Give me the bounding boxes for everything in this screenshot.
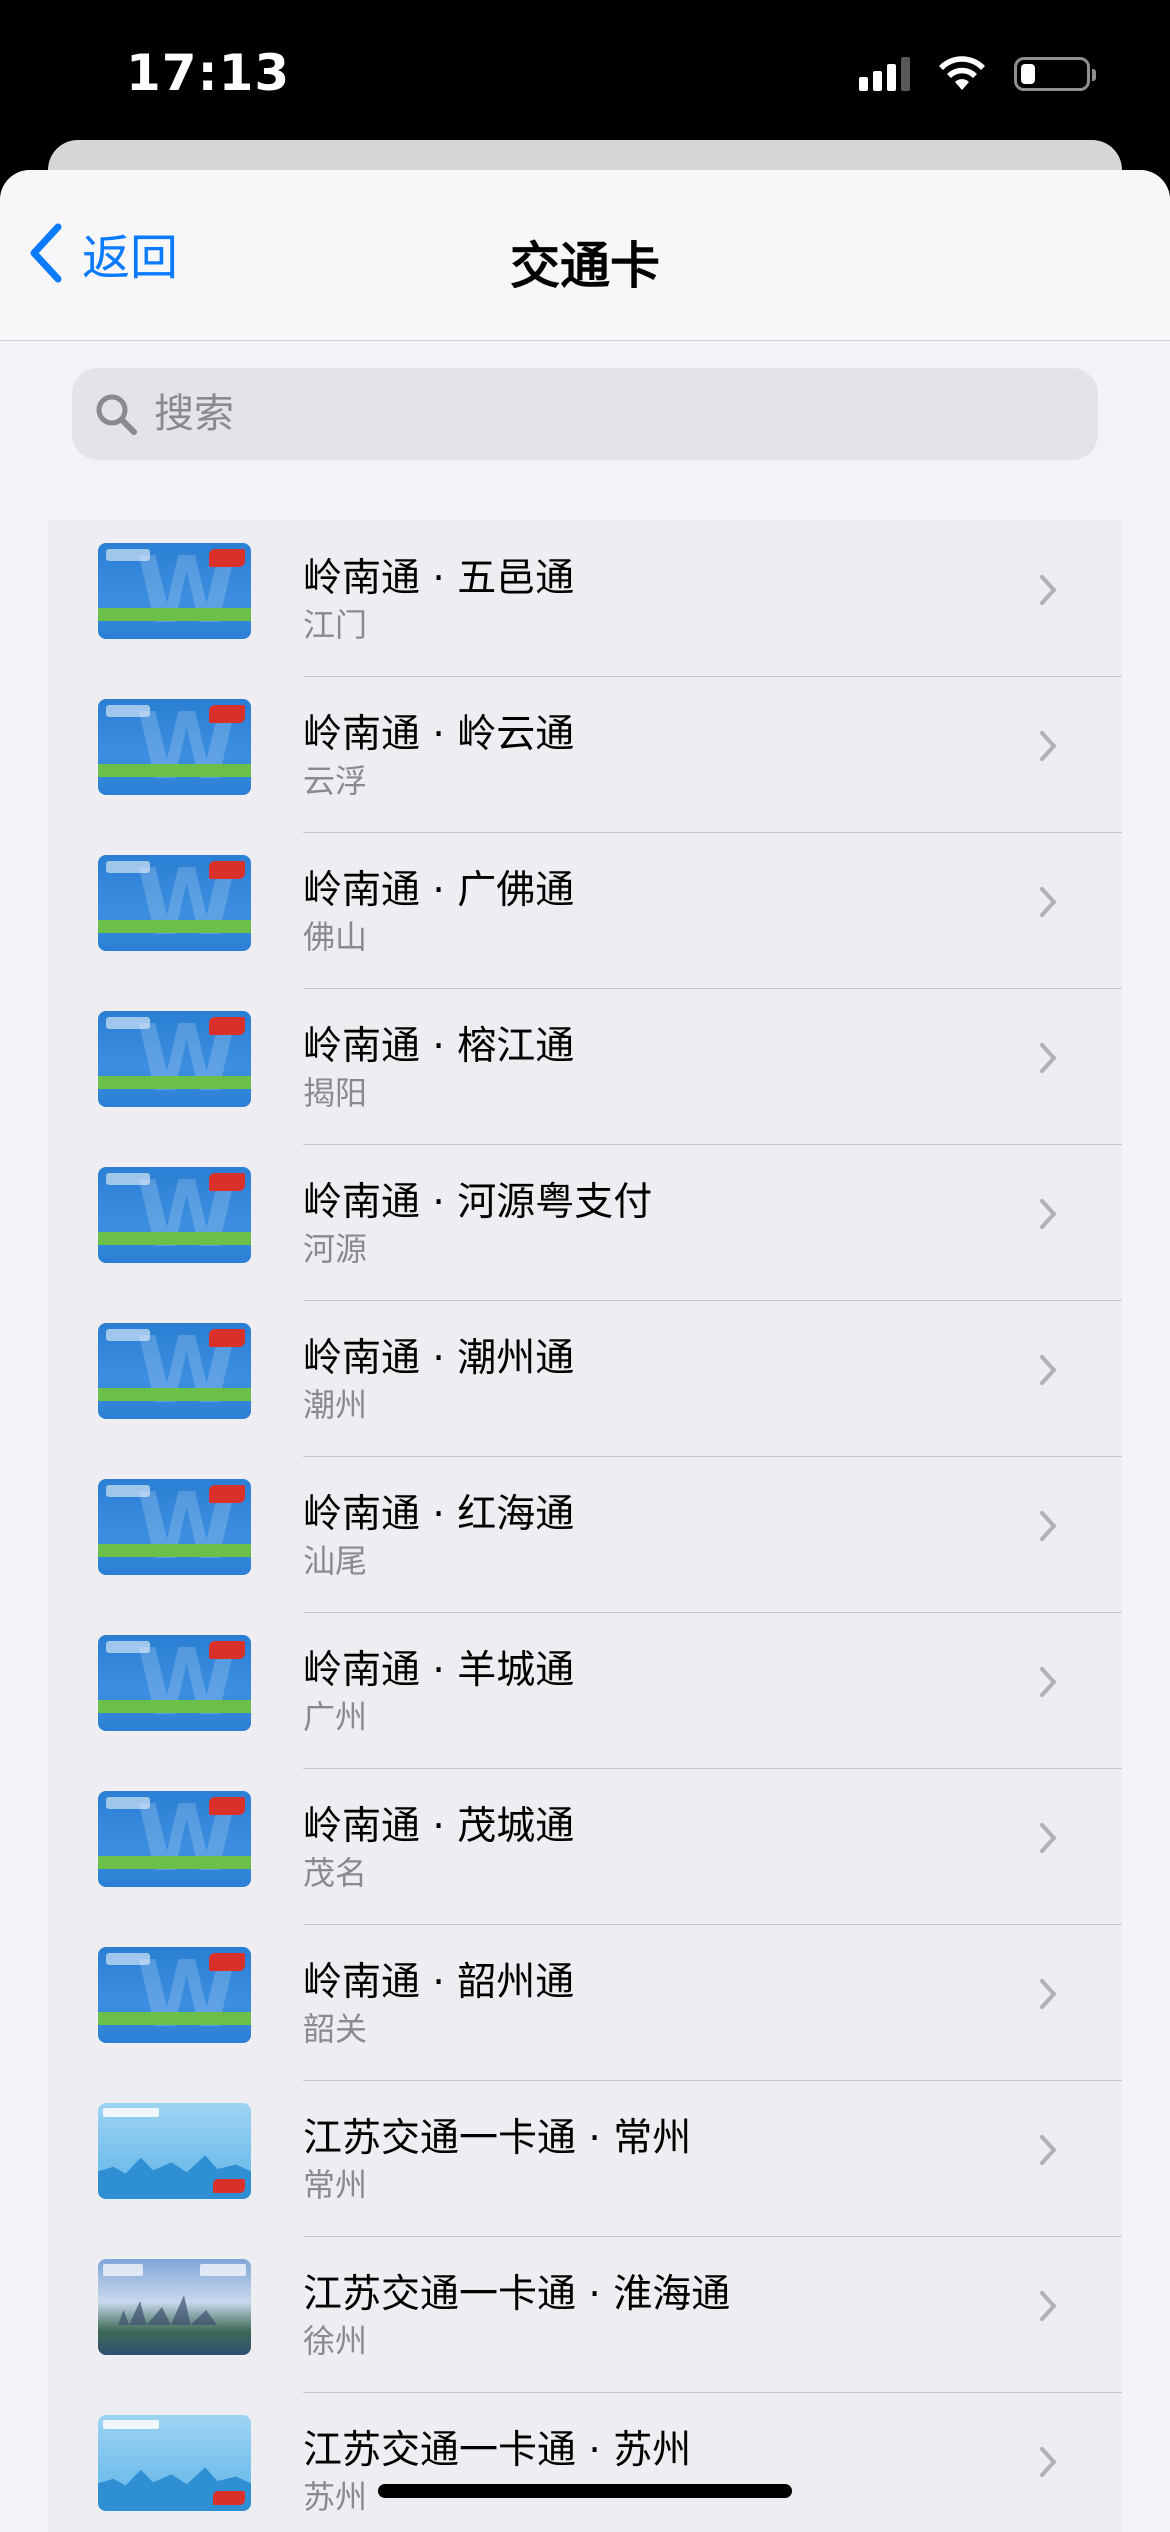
status-time: 17:13 — [126, 44, 291, 102]
list-item[interactable]: 江苏交通一卡通 · 苏州苏州 — [48, 2393, 1122, 2532]
chevron-right-icon — [1040, 731, 1056, 761]
search-bar[interactable] — [72, 368, 1098, 460]
transit-card-image — [98, 2415, 251, 2511]
search-icon — [96, 394, 137, 435]
card-title: 岭南通 · 榕江通 — [303, 1024, 575, 1069]
card-city: 潮州 — [303, 1386, 368, 1424]
list-item[interactable]: 江苏交通一卡通 · 常州常州 — [48, 2081, 1122, 2237]
card-city: 苏州 — [303, 2478, 368, 2516]
list-item[interactable]: W 岭南通 · 河源粤支付河源 — [48, 1145, 1122, 1301]
chevron-right-icon — [1040, 1979, 1056, 2009]
chevron-right-icon — [1040, 575, 1056, 605]
chevron-right-icon — [1040, 1823, 1056, 1853]
transit-card-image: W — [98, 1167, 251, 1263]
transit-card-image: W — [98, 543, 251, 639]
chevron-right-icon — [1040, 2135, 1056, 2165]
status-bar: 17:13 — [0, 0, 1170, 150]
chevron-right-icon — [1040, 887, 1056, 917]
card-city: 河源 — [303, 1230, 368, 1268]
chevron-right-icon — [1040, 2291, 1056, 2321]
card-title: 岭南通 · 红海通 — [303, 1492, 575, 1537]
card-title: 岭南通 · 羊城通 — [303, 1648, 575, 1693]
list-item[interactable]: 江苏交通一卡通 · 淮海通徐州 — [48, 2237, 1122, 2393]
card-title: 江苏交通一卡通 · 常州 — [303, 2116, 692, 2161]
card-city: 佛山 — [303, 918, 368, 956]
transit-card-list: W 岭南通 · 五邑通江门 W 岭南通 · 岭云通云浮 W 岭南通 · 广佛通佛山 W 岭南通… — [48, 521, 1122, 2532]
card-title: 江苏交通一卡通 · 苏州 — [303, 2428, 692, 2473]
chevron-right-icon — [1040, 1511, 1056, 1541]
transit-card-image — [98, 2103, 251, 2199]
page-title: 交通卡 — [510, 237, 660, 295]
chevron-right-icon — [1040, 1199, 1056, 1229]
transit-card-image — [98, 2259, 251, 2355]
transit-card-image: W — [98, 1011, 251, 1107]
status-icons — [859, 56, 1096, 92]
chevron-right-icon — [1040, 1355, 1056, 1385]
search-input[interactable] — [152, 390, 1056, 438]
list-item[interactable]: W 岭南通 · 茂城通茂名 — [48, 1769, 1122, 1925]
card-city: 徐州 — [303, 2322, 368, 2360]
transit-card-image: W — [98, 1323, 251, 1419]
list-item[interactable]: W 岭南通 · 榕江通揭阳 — [48, 989, 1122, 1145]
transit-card-image: W — [98, 1479, 251, 1575]
list-item[interactable]: W 岭南通 · 红海通汕尾 — [48, 1457, 1122, 1613]
card-city: 云浮 — [303, 762, 368, 800]
card-city: 江门 — [303, 606, 368, 644]
list-item[interactable]: W 岭南通 · 羊城通广州 — [48, 1613, 1122, 1769]
chevron-right-icon — [1040, 1043, 1056, 1073]
card-title: 岭南通 · 岭云通 — [303, 712, 575, 757]
transit-card-image: W — [98, 699, 251, 795]
list-item[interactable]: W 岭南通 · 五邑通江门 — [48, 521, 1122, 677]
transit-card-sheet: 返回 交通卡 W 岭南通 · 五邑通江门 W 岭南通 · 岭云通云浮 W 岭南通 · 广佛… — [0, 170, 1170, 2532]
card-title: 岭南通 · 韶州通 — [303, 1960, 575, 2005]
card-city: 韶关 — [303, 2010, 368, 2048]
card-city: 常州 — [303, 2166, 368, 2204]
list-item[interactable]: W 岭南通 · 潮州通潮州 — [48, 1301, 1122, 1457]
transit-card-image: W — [98, 855, 251, 951]
chevron-right-icon — [1040, 2447, 1056, 2477]
card-title: 岭南通 · 潮州通 — [303, 1336, 575, 1381]
chevron-right-icon — [1040, 1667, 1056, 1697]
transit-card-image: W — [98, 1791, 251, 1887]
list-item[interactable]: W 岭南通 · 岭云通云浮 — [48, 677, 1122, 833]
navigation-bar: 返回 交通卡 — [0, 170, 1170, 341]
battery-icon — [1014, 57, 1096, 91]
card-title: 岭南通 · 河源粤支付 — [303, 1180, 653, 1225]
card-title: 岭南通 · 广佛通 — [303, 868, 575, 913]
card-title: 岭南通 · 五邑通 — [303, 556, 575, 601]
transit-card-image: W — [98, 1947, 251, 2043]
card-city: 广州 — [303, 1698, 368, 1736]
home-indicator[interactable] — [378, 2484, 792, 2498]
list-item[interactable]: W 岭南通 · 广佛通佛山 — [48, 833, 1122, 989]
card-city: 茂名 — [303, 1854, 368, 1892]
list-item[interactable]: W 岭南通 · 韶州通韶关 — [48, 1925, 1122, 2081]
wifi-icon — [939, 56, 985, 90]
card-city: 揭阳 — [303, 1074, 368, 1112]
card-city: 汕尾 — [303, 1542, 368, 1580]
cellular-signal-icon — [859, 57, 910, 91]
transit-card-image: W — [98, 1635, 251, 1731]
card-title: 江苏交通一卡通 · 淮海通 — [303, 2272, 731, 2317]
card-title: 岭南通 · 茂城通 — [303, 1804, 575, 1849]
